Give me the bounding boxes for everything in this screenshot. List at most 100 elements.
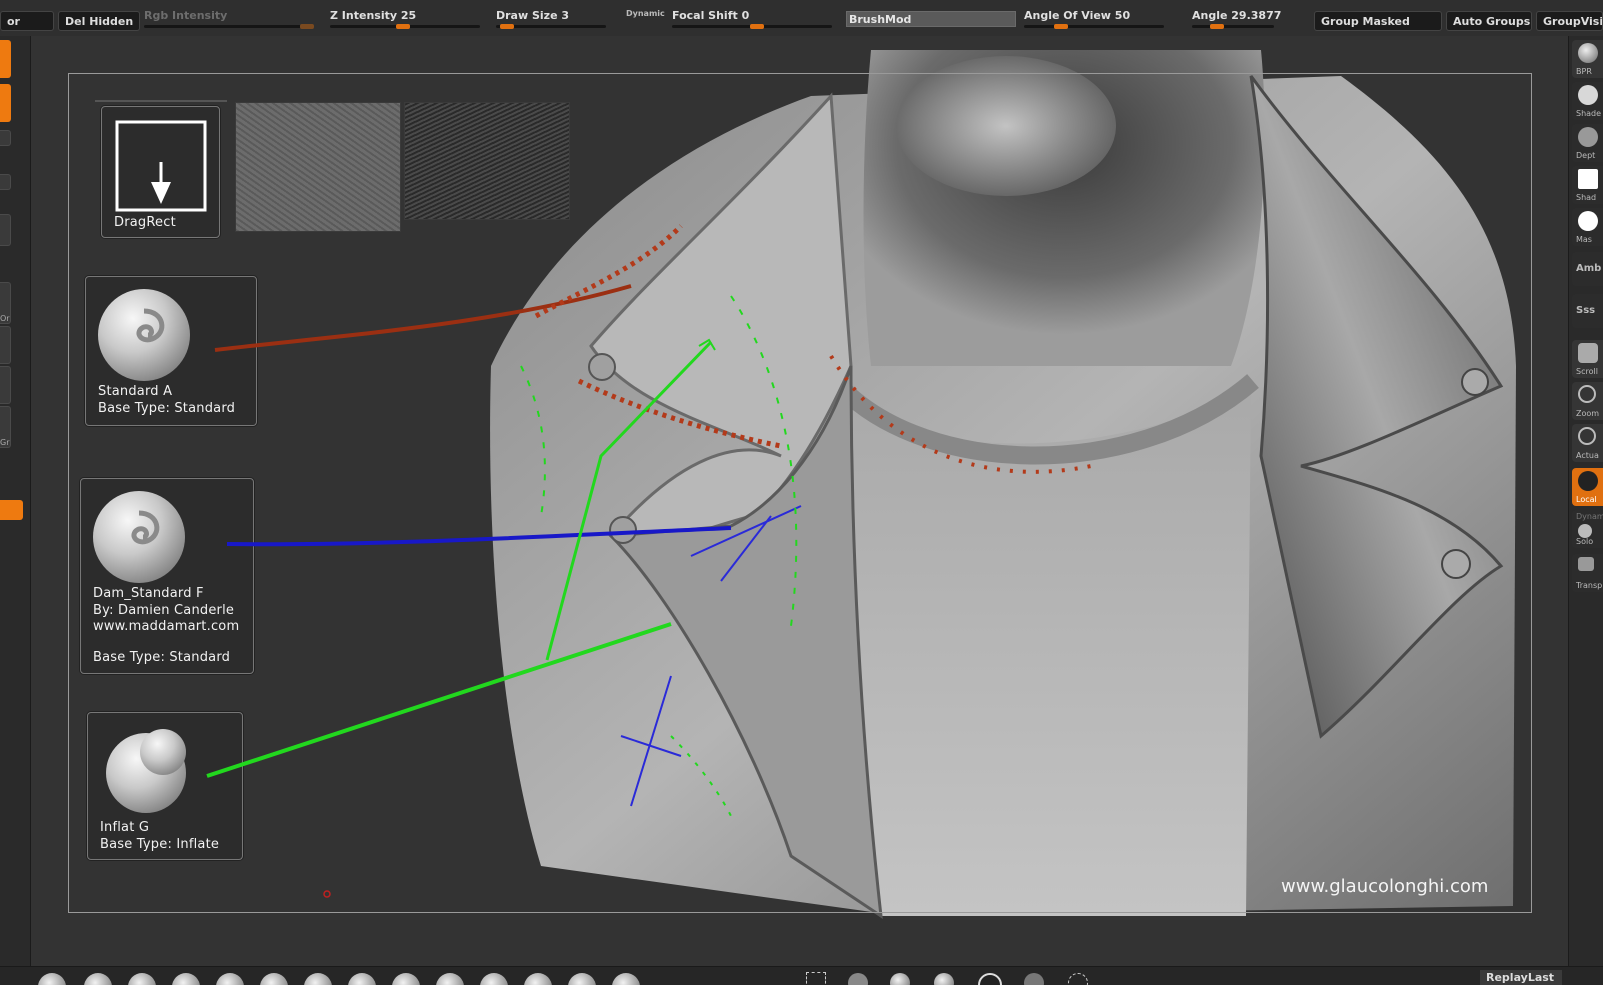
angle-knob[interactable] bbox=[1210, 24, 1224, 29]
dragrect-stroke-card[interactable]: DragRect bbox=[101, 106, 220, 238]
shelf-brush-11[interactable] bbox=[480, 973, 508, 985]
stroke-icon[interactable] bbox=[934, 973, 954, 985]
standard-brush-card[interactable]: Standard A Base Type: Standard bbox=[85, 276, 257, 426]
left-tool-5[interactable] bbox=[0, 214, 11, 246]
inflat-brush-card[interactable]: Inflat G Base Type: Inflate bbox=[87, 712, 243, 860]
mask-button[interactable]: Mas bbox=[1572, 208, 1603, 246]
standard-brush-name: Standard A bbox=[98, 384, 173, 399]
dam-standard-brush-card[interactable]: Dam_Standard F By: Damien Canderle www.m… bbox=[80, 478, 254, 674]
leather-texture-light[interactable] bbox=[235, 102, 401, 232]
watermark-text: www.glaucolonghi.com bbox=[1281, 876, 1489, 897]
solo-button[interactable]: Dynam Solo bbox=[1572, 510, 1603, 548]
angle-of-view-label: Angle Of View 50 bbox=[1024, 9, 1131, 22]
auto-groups-button[interactable]: Auto Groups bbox=[1446, 11, 1532, 31]
focal-shift-knob[interactable] bbox=[750, 24, 764, 29]
brushmod-field[interactable]: BrushMod bbox=[846, 11, 1016, 27]
dam-standard-author: By: Damien Canderle bbox=[93, 603, 235, 618]
shelf-brush-10[interactable] bbox=[436, 973, 464, 985]
z-intensity-label: Z Intensity 25 bbox=[330, 9, 417, 22]
left-tool-3[interactable] bbox=[0, 130, 11, 146]
bottom-shelf: ReplayLast bbox=[0, 966, 1603, 985]
angle-label: Angle 29.3877 bbox=[1192, 9, 1282, 22]
focal-shift-slider[interactable]: Focal Shift 0 bbox=[672, 6, 832, 30]
right-tray: BPR Shade Dept Shad Mas Amb Sss Scroll Z… bbox=[1568, 36, 1603, 966]
matcap-icon[interactable] bbox=[978, 973, 1002, 985]
local-button[interactable]: Local bbox=[1572, 468, 1603, 506]
hand-icon bbox=[1578, 343, 1598, 363]
angle-of-view-knob[interactable] bbox=[1054, 24, 1068, 29]
standard-brush-icon bbox=[98, 289, 190, 381]
dam-standard-base: Base Type: Standard bbox=[93, 650, 231, 665]
inflat-brush-name: Inflat G bbox=[100, 820, 150, 835]
shelf-brush-12[interactable] bbox=[524, 973, 552, 985]
ambient-button[interactable]: Amb bbox=[1572, 252, 1603, 286]
left-tool-6[interactable] bbox=[0, 366, 11, 404]
draw-size-slider[interactable]: Draw Size 3 bbox=[496, 6, 606, 30]
alpha-icon[interactable] bbox=[1024, 973, 1044, 985]
left-tool-1[interactable] bbox=[0, 40, 11, 78]
left-tool-2[interactable] bbox=[0, 84, 11, 122]
dynamic-toggle[interactable]: Dynamic bbox=[626, 9, 665, 18]
angle-of-view-slider[interactable]: Angle Of View 50 bbox=[1024, 6, 1164, 30]
left-color-swatch[interactable] bbox=[0, 500, 23, 520]
shelf-brush-5[interactable] bbox=[216, 973, 244, 985]
scroll-button[interactable]: Scroll bbox=[1572, 340, 1603, 378]
actual-icon bbox=[1578, 427, 1596, 445]
mask-icon bbox=[1578, 211, 1598, 231]
z-intensity-knob[interactable] bbox=[396, 24, 410, 29]
bpr-icon bbox=[1578, 43, 1598, 63]
shelf-brush-3[interactable] bbox=[128, 973, 156, 985]
draw-size-knob[interactable] bbox=[500, 24, 514, 29]
focal-shift-label: Focal Shift 0 bbox=[672, 9, 750, 22]
transp-icon bbox=[1578, 557, 1594, 571]
solo-icon bbox=[1578, 524, 1592, 538]
left-tool-dot[interactable] bbox=[0, 326, 11, 364]
replay-last-button[interactable]: ReplayLast bbox=[1480, 970, 1562, 985]
shadow-icon bbox=[1578, 85, 1598, 105]
depth-icon bbox=[1578, 127, 1598, 147]
rgb-intensity-slider[interactable]: Rgb Intensity bbox=[144, 6, 314, 30]
sss-button[interactable]: Sss bbox=[1572, 294, 1603, 328]
left-cut-button[interactable]: or bbox=[0, 11, 54, 31]
shadow-button[interactable]: Shade bbox=[1572, 82, 1603, 120]
actual-button[interactable]: Actua bbox=[1572, 424, 1603, 462]
shelf-brush-2[interactable] bbox=[84, 973, 112, 985]
depth-button[interactable]: Dept bbox=[1572, 124, 1603, 162]
shelf-brush-6[interactable] bbox=[260, 973, 288, 985]
top-toolbar: or Del Hidden Rgb Intensity Z Intensity … bbox=[0, 0, 1603, 37]
fill-icon[interactable] bbox=[890, 973, 910, 985]
bpr-button[interactable]: BPR bbox=[1572, 40, 1603, 78]
draw-size-label: Draw Size 3 bbox=[496, 9, 570, 22]
z-intensity-slider[interactable]: Z Intensity 25 bbox=[330, 6, 480, 30]
dam-standard-url: www.maddamart.com bbox=[93, 619, 240, 634]
shelf-brush-7[interactable] bbox=[304, 973, 332, 985]
shelf-brush-1[interactable] bbox=[38, 973, 66, 985]
del-hidden-button[interactable]: Del Hidden bbox=[58, 11, 140, 31]
shadow-map-button[interactable]: Shad bbox=[1572, 166, 1603, 204]
lasso-icon[interactable] bbox=[848, 973, 868, 985]
document-canvas[interactable]: DragRect Standard A Base Type: Standard … bbox=[31, 36, 1568, 966]
dam-standard-brush-icon bbox=[93, 491, 185, 583]
shelf-brush-13[interactable] bbox=[568, 973, 596, 985]
left-tool-4[interactable] bbox=[0, 174, 11, 190]
shelf-brush-9[interactable] bbox=[392, 973, 420, 985]
dam-standard-brush-name: Dam_Standard F bbox=[93, 586, 204, 601]
rgb-intensity-knob[interactable] bbox=[300, 24, 314, 29]
shelf-brush-4[interactable] bbox=[172, 973, 200, 985]
shelf-brush-8[interactable] bbox=[348, 973, 376, 985]
zoom-button[interactable]: Zoom bbox=[1572, 382, 1603, 420]
select-rect-icon[interactable] bbox=[806, 972, 826, 985]
left-tool-or[interactable]: Or bbox=[0, 282, 11, 324]
leather-texture-dark[interactable] bbox=[404, 102, 570, 220]
rgb-intensity-label: Rgb Intensity bbox=[144, 9, 228, 22]
shadow-map-icon bbox=[1578, 169, 1598, 189]
group-visible-button[interactable]: GroupVisibl bbox=[1536, 11, 1603, 31]
transp-button[interactable]: Transp bbox=[1572, 554, 1603, 592]
shelf-brush-14[interactable] bbox=[612, 973, 640, 985]
left-tray: Or Gr bbox=[0, 36, 31, 966]
angle-slider[interactable]: Angle 29.3877 bbox=[1192, 6, 1281, 30]
standard-brush-base: Base Type: Standard bbox=[98, 401, 236, 416]
group-masked-button[interactable]: Group Masked bbox=[1314, 11, 1442, 31]
texture-icon[interactable] bbox=[1068, 973, 1088, 985]
left-tool-gr[interactable]: Gr bbox=[0, 406, 11, 448]
